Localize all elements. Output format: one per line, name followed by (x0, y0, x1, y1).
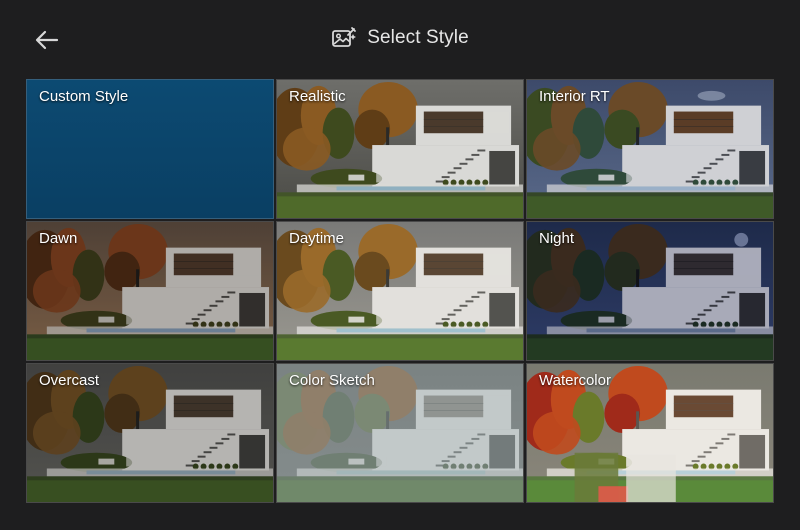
style-label: Custom Style (39, 88, 129, 105)
style-tile-night[interactable]: Night (526, 221, 774, 361)
style-label: Daytime (289, 230, 345, 247)
image-edit-icon (332, 27, 357, 47)
style-label: Watercolor (539, 372, 611, 389)
style-tile-realistic[interactable]: Realistic (276, 79, 524, 219)
page-title: Select Style (367, 27, 469, 48)
style-tile-color-sketch[interactable]: Color Sketch (276, 363, 524, 503)
style-tile-custom-style[interactable]: Custom Style (26, 79, 274, 219)
style-tile-overcast[interactable]: Overcast (26, 363, 274, 503)
style-tile-daytime[interactable]: Daytime (276, 221, 524, 361)
style-label: Night (539, 230, 575, 247)
style-grid: Custom Style Realistic Interior RT Dawn … (26, 79, 774, 504)
style-tile-watercolor[interactable]: Watercolor (526, 363, 774, 503)
header: Select Style (0, 0, 800, 78)
style-label: Overcast (39, 372, 100, 389)
style-label: Dawn (39, 230, 78, 247)
style-label: Interior RT (539, 88, 610, 105)
style-label: Color Sketch (289, 372, 375, 389)
style-label: Realistic (289, 88, 346, 105)
style-tile-interior-rt[interactable]: Interior RT (526, 79, 774, 219)
style-tile-dawn[interactable]: Dawn (26, 221, 274, 361)
title-bar: Select Style (0, 26, 800, 50)
